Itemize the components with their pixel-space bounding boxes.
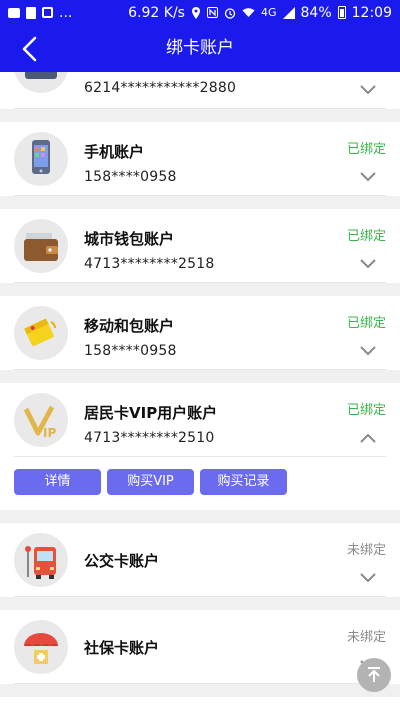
s-app-icon bbox=[42, 7, 53, 18]
account-card-vip[interactable]: IP 居民卡VIP用户账户 4713********2510 已绑定 详情 购买… bbox=[0, 383, 400, 510]
chevron-down-icon[interactable] bbox=[360, 573, 376, 583]
account-number: 158****0958 bbox=[84, 169, 177, 185]
chevron-down-icon[interactable] bbox=[360, 346, 376, 356]
account-card-bus[interactable]: 公交卡账户 未绑定 bbox=[0, 523, 400, 597]
account-list[interactable]: 6214***********2880 手机账户 158****0958 已绑定… bbox=[0, 72, 400, 711]
chevron-up-icon[interactable] bbox=[360, 433, 376, 443]
app-header: 绑卡账户 bbox=[0, 25, 400, 72]
bind-status: 已绑定 bbox=[346, 229, 386, 244]
divider bbox=[14, 108, 386, 109]
phone-icon bbox=[14, 132, 68, 186]
divider bbox=[14, 683, 386, 684]
details-button[interactable]: 详情 bbox=[14, 469, 101, 495]
more-notifications: ... bbox=[59, 4, 73, 21]
account-name: 移动和包账户 bbox=[84, 317, 175, 335]
account-card-bank[interactable]: 6214***********2880 bbox=[0, 72, 400, 109]
clock: 12:09 bbox=[351, 4, 392, 21]
account-card-phone[interactable]: 手机账户 158****0958 已绑定 bbox=[0, 122, 400, 196]
signal-icon bbox=[282, 6, 295, 19]
image-icon bbox=[8, 7, 20, 18]
divider bbox=[14, 282, 386, 283]
divider bbox=[14, 369, 386, 370]
battery-percent: 84% bbox=[300, 4, 332, 21]
battery-icon bbox=[337, 6, 346, 19]
vip-icon: IP bbox=[14, 393, 68, 447]
account-name: 手机账户 bbox=[84, 143, 145, 161]
wifi-icon bbox=[242, 8, 255, 17]
chevron-down-icon[interactable] bbox=[360, 172, 376, 182]
wallet-icon bbox=[14, 219, 68, 273]
account-name: 居民卡VIP用户账户 bbox=[84, 404, 218, 422]
network-type: 4G bbox=[260, 6, 277, 19]
page-title: 绑卡账户 bbox=[166, 38, 234, 58]
chevron-down-icon[interactable] bbox=[360, 259, 376, 269]
bind-status: 未绑定 bbox=[346, 543, 386, 558]
document-icon bbox=[26, 6, 36, 19]
divider bbox=[14, 596, 386, 597]
hebao-wallet-icon bbox=[14, 306, 68, 360]
account-name: 公交卡账户 bbox=[84, 552, 160, 570]
scroll-to-top-icon bbox=[368, 667, 380, 682]
umbrella-icon bbox=[14, 620, 68, 674]
scroll-to-top-button[interactable] bbox=[357, 658, 391, 692]
bank-card-icon bbox=[14, 72, 68, 93]
status-right: 6.92 K/s 4G 84% 12:09 bbox=[128, 5, 392, 21]
account-number: 4713********2518 bbox=[84, 256, 215, 272]
account-card-next[interactable] bbox=[0, 697, 400, 711]
purchase-history-button[interactable]: 购买记录 bbox=[200, 469, 287, 495]
account-number: 4713********2510 bbox=[84, 430, 215, 446]
buy-vip-button[interactable]: 购买VIP bbox=[107, 469, 194, 495]
bind-status: 已绑定 bbox=[346, 403, 386, 418]
location-icon bbox=[191, 6, 200, 19]
bind-status: 已绑定 bbox=[346, 142, 386, 157]
network-speed: 6.92 K/s bbox=[128, 4, 185, 21]
account-number: 6214***********2880 bbox=[84, 80, 237, 96]
account-name: 社保卡账户 bbox=[84, 639, 160, 657]
vip-action-bar: 详情 购买VIP 购买记录 bbox=[0, 469, 400, 495]
account-card-city-wallet[interactable]: 城市钱包账户 4713********2518 已绑定 bbox=[0, 209, 400, 283]
account-card-hebao[interactable]: 移动和包账户 158****0958 已绑定 bbox=[0, 296, 400, 370]
bind-status: 已绑定 bbox=[346, 316, 386, 331]
svg-text:IP: IP bbox=[43, 426, 56, 440]
alarm-icon bbox=[224, 7, 236, 19]
status-bar: ... 6.92 K/s 4G 84% 12:09 bbox=[0, 0, 400, 25]
account-card-social-security[interactable]: 社保卡账户 未绑定 bbox=[0, 610, 400, 684]
bus-icon bbox=[14, 533, 68, 587]
status-left: ... bbox=[8, 5, 72, 21]
bind-status: 未绑定 bbox=[346, 630, 386, 645]
account-number: 158****0958 bbox=[84, 343, 177, 359]
account-name: 城市钱包账户 bbox=[84, 230, 175, 248]
divider bbox=[14, 195, 386, 196]
divider bbox=[14, 456, 386, 457]
chevron-down-icon[interactable] bbox=[360, 85, 376, 95]
nfc-icon bbox=[206, 7, 218, 18]
